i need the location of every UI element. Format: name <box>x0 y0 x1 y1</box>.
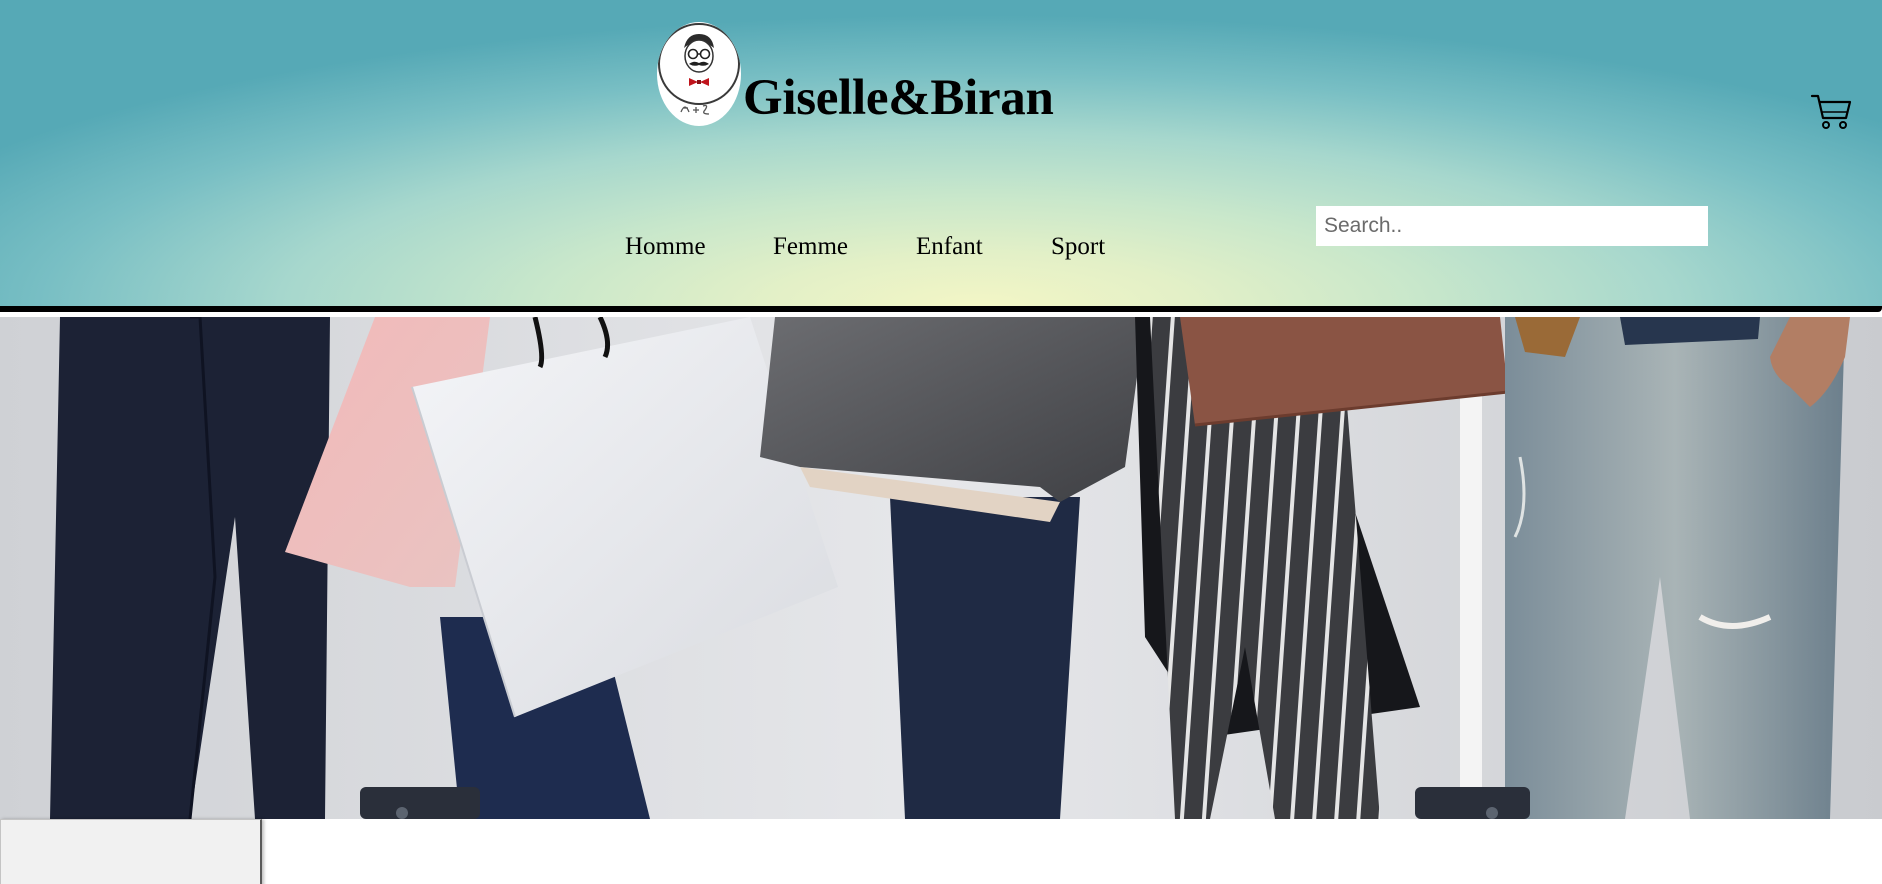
bottom-side-panel <box>0 819 262 884</box>
nav-item-homme[interactable]: Homme <box>625 230 706 264</box>
mustache-man-logo-icon <box>658 23 740 125</box>
nav-item-femme[interactable]: Femme <box>773 230 848 264</box>
brand-logo[interactable] <box>657 22 741 126</box>
site-header: Giselle&Biran Homme Femme Enfant Sport <box>0 0 1882 312</box>
cart-icon[interactable] <box>1810 90 1852 132</box>
search-input[interactable] <box>1316 206 1708 246</box>
nav-item-sport[interactable]: Sport <box>1051 230 1105 264</box>
hero-banner <box>0 317 1882 819</box>
shopping-bags-photo <box>0 317 1882 819</box>
page: Giselle&Biran Homme Femme Enfant Sport <box>0 0 1882 884</box>
nav-item-enfant[interactable]: Enfant <box>916 230 983 264</box>
brand-name: Giselle&Biran <box>743 70 1054 126</box>
